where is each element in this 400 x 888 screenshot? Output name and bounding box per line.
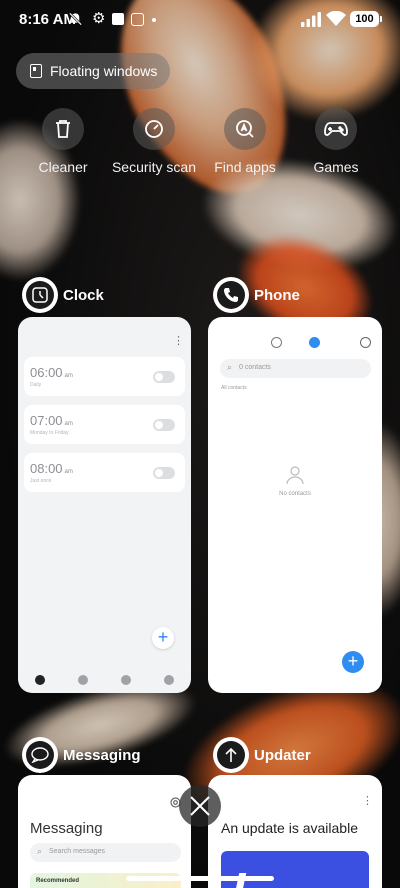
close-icon (190, 796, 210, 816)
stopwatch-tab-icon (121, 675, 132, 685)
games-button[interactable]: Games (291, 108, 381, 175)
world-clock-tab-icon (77, 675, 88, 685)
games-label: Games (313, 159, 359, 175)
messaging-card[interactable]: Messaging Search messages Recommended (18, 775, 191, 888)
phone-app-name: Phone (254, 286, 300, 304)
all-contacts-label: All contacts (221, 385, 247, 391)
alarm-repeat: Monday to Friday (30, 430, 69, 436)
battery-indicator: 100 (350, 11, 382, 27)
more-notifications-dot-icon (152, 18, 156, 22)
clock-app-header[interactable]: Clock (23, 278, 104, 312)
alarm-period: am (64, 469, 73, 475)
app-notification-icon (131, 13, 144, 26)
clock-app-icon (23, 278, 57, 312)
alarm-toggle (153, 419, 175, 431)
find-apps-button[interactable]: Find apps (200, 108, 290, 175)
cleaner-button[interactable]: Cleaner (18, 108, 108, 175)
gear-icon: ⚙ (92, 10, 106, 27)
alarm-repeat: Daily (30, 382, 42, 388)
alarm-repeat: Just once (30, 478, 52, 484)
gamepad-icon (324, 122, 348, 136)
phone-app-icon (214, 278, 248, 312)
security-scan-button[interactable]: Security scan (109, 108, 199, 175)
phone-card[interactable]: 0 contacts All contacts No contacts + (208, 317, 382, 693)
cleaner-label: Cleaner (38, 159, 88, 175)
mute-icon (69, 12, 82, 26)
messages-search-field: Search messages (30, 843, 181, 862)
add-alarm-icon: + (152, 627, 174, 649)
alarm-tab-icon (34, 675, 45, 685)
updater-app-header[interactable]: Updater (214, 738, 311, 772)
alarm-item: 08:00 am Just once (24, 453, 185, 492)
alarm-time: 08:00 (30, 461, 63, 476)
trash-icon (56, 120, 70, 138)
add-contact-icon: + (342, 651, 364, 673)
floating-window-icon (30, 64, 42, 78)
speedometer-icon (145, 120, 163, 138)
alarm-time: 07:00 (30, 413, 63, 428)
more-options-icon: ⋮ (362, 795, 373, 807)
alarm-toggle (153, 371, 175, 383)
recents-tab-icon (271, 337, 282, 348)
person-icon (286, 466, 304, 485)
alarm-period: am (64, 373, 73, 379)
status-bar: 8:16 AM ⚙ 100 (0, 0, 400, 40)
alarm-toggle (153, 467, 175, 479)
alarm-time: 06:00 (30, 365, 63, 380)
floating-windows-label: Floating windows (50, 63, 158, 79)
settings-gear-icon (360, 337, 371, 348)
alarm-period: am (64, 421, 73, 427)
signal-icon (301, 12, 321, 27)
no-contacts-text: No contacts (279, 491, 311, 497)
phone-app-header[interactable]: Phone (214, 278, 300, 312)
clear-all-button[interactable] (179, 785, 221, 827)
messaging-app-icon (23, 738, 57, 772)
notification-square-icon (112, 13, 124, 25)
contacts-tab-icon (309, 337, 320, 348)
update-banner-image (221, 851, 369, 888)
clock-card[interactable]: ⋮ 06:00 am Daily 07:00 am Monday to Friday… (18, 317, 191, 693)
home-indicator[interactable] (126, 876, 274, 881)
updater-card[interactable]: ⋮ An update is available (208, 775, 382, 888)
clock-app-name: Clock (63, 286, 104, 304)
updater-app-name: Updater (254, 746, 311, 764)
find-apps-icon (236, 120, 254, 138)
security-scan-label: Security scan (111, 159, 197, 175)
wifi-icon (326, 11, 346, 26)
find-apps-label: Find apps (214, 159, 276, 175)
contacts-search-field: 0 contacts (220, 359, 371, 378)
alarm-item: 06:00 am Daily (24, 357, 185, 396)
alarm-item: 07:00 am Monday to Friday (24, 405, 185, 444)
more-options-icon: ⋮ (173, 335, 184, 347)
clock-tab-bar (18, 675, 191, 685)
floating-windows-button[interactable]: Floating windows (16, 53, 171, 89)
messaging-app-header[interactable]: Messaging (23, 738, 141, 772)
messaging-app-name: Messaging (63, 746, 141, 764)
updater-app-icon (214, 738, 248, 772)
update-available-title: An update is available (221, 820, 358, 836)
timer-tab-icon (164, 675, 175, 685)
messaging-title: Messaging (30, 820, 103, 837)
